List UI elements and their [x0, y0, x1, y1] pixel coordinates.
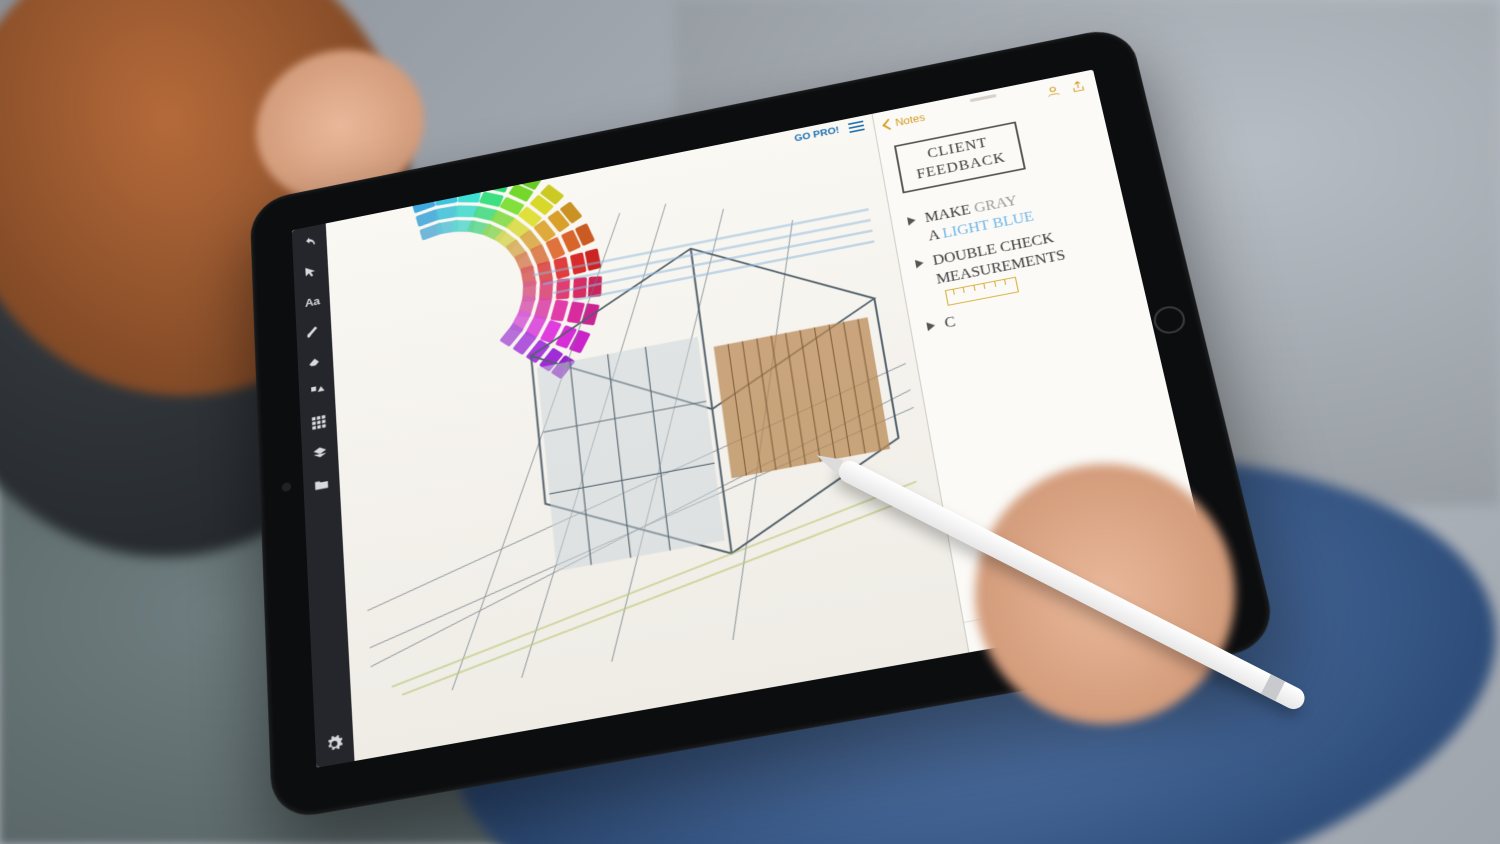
settings-icon[interactable]	[323, 731, 346, 757]
share-icon[interactable]	[1068, 78, 1088, 96]
people-icon[interactable]	[1043, 83, 1063, 101]
notes-back-button[interactable]: Notes	[883, 112, 926, 131]
drawing-app[interactable]: Aa GO PRO!	[292, 114, 968, 768]
chevron-left-icon	[882, 119, 895, 130]
notes-back-label: Notes	[894, 112, 926, 129]
note-title-box: CLIENT FEEDBACK	[894, 122, 1026, 194]
photo-scene: Aa GO PRO!	[0, 0, 1500, 844]
